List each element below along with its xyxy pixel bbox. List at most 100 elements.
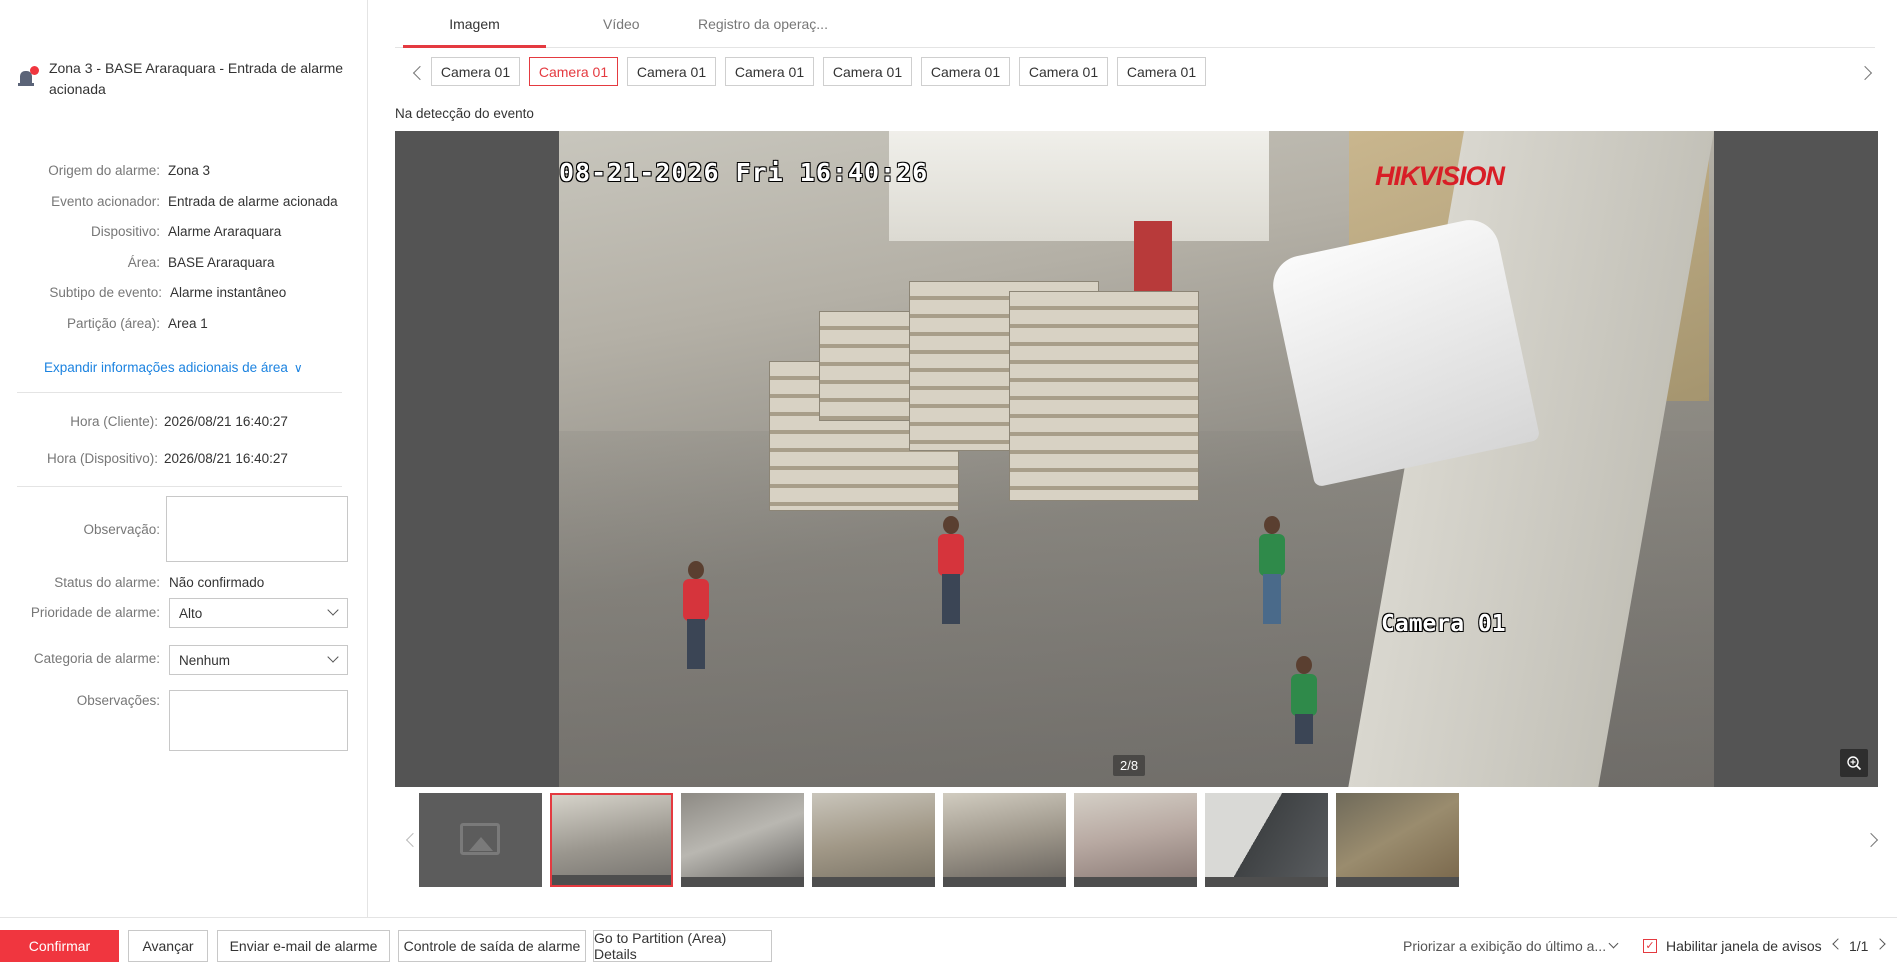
device-time-value: 2026/08/21 16:40:27 [164,451,288,466]
chevron-left-icon[interactable] [412,65,428,81]
camera-button[interactable]: Camera 01 [431,57,520,86]
observation-textarea[interactable] [166,496,348,562]
camera-button[interactable]: Camera 01 [725,57,814,86]
tab-video[interactable]: Vídeo [603,16,640,47]
camera-button[interactable]: Camera 01 [921,57,1010,86]
status-row: Status do alarme: Não confirmado [0,575,264,590]
origin-label: Origem do alarme: [48,163,160,178]
van-shape [1267,214,1541,488]
event-label: Evento acionador: [51,194,160,209]
status-value: Não confirmado [169,575,265,590]
subtype-label: Subtipo de evento: [49,285,162,300]
thumbnail[interactable] [419,793,542,887]
partition-label: Partição (área): [66,316,160,331]
chevron-left-icon[interactable] [1832,938,1844,950]
thumbnail[interactable] [1336,793,1459,887]
category-row: Categoria de alarme: [0,651,160,666]
observation-label: Observação: [83,522,160,537]
remarks-textarea[interactable] [169,690,348,751]
thumbnail[interactable] [681,793,804,887]
tab-imagem[interactable]: Imagem [403,16,546,48]
thumbnail[interactable] [1074,793,1197,887]
prioritize-latest-dropdown[interactable]: Priorizar a exibição do último a... [1403,938,1606,954]
chevron-down-icon [327,651,339,663]
client-time-label: Hora (Cliente): [70,414,158,429]
event-value: Entrada de alarme acionada [168,194,338,209]
remarks-label: Observações: [76,693,160,708]
image-viewer[interactable]: 08-21-2026 Fri 16:40:26 HIKVISION Camera… [395,131,1878,787]
priority-label: Prioridade de alarme: [30,605,160,620]
confirm-button[interactable]: Confirmar [0,930,119,962]
device-row: Dispositivo: Alarme Araraquara [0,224,281,239]
divider [17,486,342,487]
popup-window-checkbox[interactable]: ✓ [1643,939,1657,953]
priority-select[interactable]: Alto [169,598,348,628]
subtype-value: Alarme instantâneo [170,285,287,300]
partition-row: Partição (área): Area 1 [0,316,208,331]
osd-timestamp: 08-21-2026 Fri 16:40:26 [559,158,929,187]
chevron-left-icon[interactable] [405,832,421,848]
category-label: Categoria de alarme: [33,651,160,666]
area-value: BASE Araraquara [168,255,275,270]
page-indicator: 1/1 [1849,938,1869,954]
priority-row: Prioridade de alarme: [0,605,160,620]
camera-button-active[interactable]: Camera 01 [529,57,618,86]
camera-snapshot: 08-21-2026 Fri 16:40:26 HIKVISION Camera… [559,131,1714,787]
category-select[interactable]: Nenhum [169,645,348,675]
action-footer: Confirmar Avançar Enviar e-mail de alarm… [0,917,1897,965]
expand-area-info-label: Expandir informações adicionais de área [44,360,288,375]
zoom-in-button[interactable] [1840,749,1868,777]
area-label: Área: [127,255,160,270]
client-time-row: Hora (Cliente): 2026/08/21 16:40:27 [0,414,288,429]
device-time-label: Hora (Dispositivo): [46,451,158,466]
send-email-button[interactable]: Enviar e-mail de alarme [217,930,390,962]
category-selected-value: Nenhum [179,652,231,668]
client-time-value: 2026/08/21 16:40:27 [164,414,288,429]
expand-area-info-link[interactable]: Expandir informações adicionais de área … [44,360,303,375]
alarm-details-panel: Zona 3 - BASE Araraquara - Entrada de al… [0,0,368,917]
thumbnail[interactable] [943,793,1066,887]
image-counter: 2/8 [1113,755,1146,776]
thumbnail-strip [395,793,1879,889]
origin-row: Origem do alarme: Zona 3 [0,163,210,178]
chevron-down-icon [327,604,339,616]
double-chevron-down-icon: ∨ [293,360,303,375]
popup-window-label: Habilitar janela de avisos [1666,938,1822,954]
thumbnail-active[interactable] [550,793,673,887]
camera-button[interactable]: Camera 01 [1117,57,1206,86]
content-tabs: Imagem Vídeo Registro da operaç... [395,0,1875,48]
camera-selector: Camera 01 Camera 01 Camera 01 Camera 01 … [395,57,1880,87]
event-row: Evento acionador: Entrada de alarme acio… [0,194,338,209]
divider [17,392,342,393]
origin-value: Zona 3 [168,163,211,178]
chevron-right-icon[interactable] [1874,938,1886,950]
chevron-down-icon[interactable] [1608,938,1619,949]
partition-details-button[interactable]: Go to Partition (Area) Details [593,930,772,962]
tab-operation-log[interactable]: Registro da operaç... [698,16,828,47]
alarm-title: Zona 3 - BASE Araraquara - Entrada de al… [48,60,344,97]
zoom-in-icon [1847,756,1862,771]
chevron-right-icon[interactable] [1857,65,1873,81]
area-row: Área: BASE Araraquara [0,255,275,270]
remarks-row: Observações: [0,693,160,708]
camera-button[interactable]: Camera 01 [627,57,716,86]
partition-value: Area 1 [168,316,208,331]
alarm-header: Zona 3 - BASE Araraquara - Entrada de al… [18,58,348,100]
status-label: Status do alarme: [54,575,160,590]
subtype-row: Subtipo de evento: Alarme instantâneo [0,285,286,300]
osd-brand-logo: HIKVISION [1375,161,1505,191]
advance-button[interactable]: Avançar [128,930,208,962]
chevron-right-icon[interactable] [1863,832,1879,848]
alarm-output-button[interactable]: Controle de saída de alarme [398,930,586,962]
alarm-bell-icon [18,66,40,88]
osd-camera-name: Camera 01 [1381,611,1506,637]
camera-button[interactable]: Camera 01 [823,57,912,86]
event-moment-label: Na detecção do evento [395,106,534,121]
device-label: Dispositivo: [90,224,160,239]
priority-selected-value: Alto [179,605,203,621]
device-value: Alarme Araraquara [168,224,282,239]
camera-button[interactable]: Camera 01 [1019,57,1108,86]
observation-row: Observação: [0,522,160,537]
thumbnail[interactable] [1205,793,1328,887]
thumbnail[interactable] [812,793,935,887]
